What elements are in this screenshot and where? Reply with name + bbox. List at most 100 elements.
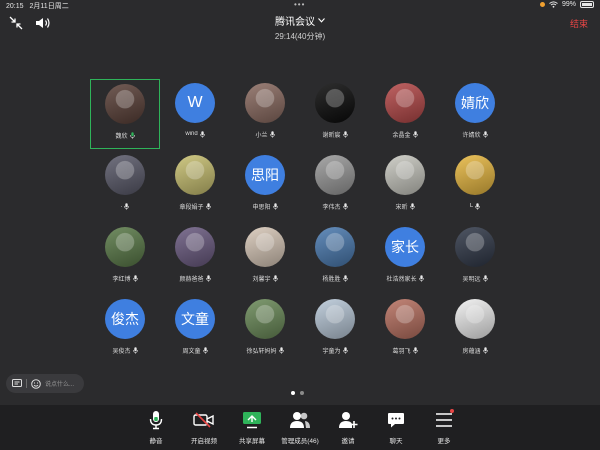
participant-mic-icon — [475, 202, 480, 210]
page-indicator[interactable] — [291, 391, 304, 395]
chat-label: 聊天 — [389, 438, 403, 445]
participant-name: 周文童 — [182, 348, 201, 355]
participant-mic-icon — [342, 202, 348, 210]
page-dot-active[interactable] — [291, 391, 295, 395]
chat-placeholder: 说点什么... — [45, 382, 75, 388]
more-button[interactable]: 更多 — [416, 408, 472, 445]
participant-name-row: 颜赫爸爸 — [179, 273, 211, 283]
participant-name-row: 徐弘轩妈妈 — [246, 345, 284, 355]
participant-tile[interactable]: 婧欣 许婧欣 — [440, 79, 510, 149]
participant-mic-icon — [199, 130, 205, 138]
status-time: 20:15 — [6, 2, 24, 10]
emoji-icon[interactable] — [31, 378, 41, 389]
participant-avatar — [315, 83, 355, 123]
mute-label: 静音 — [149, 438, 163, 445]
participant-tile[interactable]: 余晶金 — [370, 79, 440, 149]
participant-name-row: wind — [185, 129, 205, 139]
participant-tile[interactable]: 思阳 申思阳 — [230, 151, 300, 221]
participant-mic-icon — [132, 346, 138, 354]
participant-avatar — [105, 84, 145, 124]
participant-tile[interactable]: 章段娟子 — [160, 151, 230, 221]
participant-avatar: W — [175, 83, 215, 123]
participant-tile[interactable]: 小兰 — [230, 79, 300, 149]
participant-tile[interactable]: 宋昕 — [370, 151, 440, 221]
participant-mic-icon — [129, 131, 135, 139]
meeting-header: 腾讯会议 29:14(40分钟) 结束 — [0, 12, 600, 41]
participant-tile[interactable]: 魏欣 — [90, 79, 160, 149]
participant-avatar — [385, 299, 425, 339]
participant-name-row: 小兰 — [255, 129, 275, 139]
participant-name: 徐弘轩妈妈 — [246, 348, 277, 355]
participant-tile[interactable]: 李红博 — [90, 223, 160, 293]
participant-name-row: . — [121, 201, 130, 211]
participant-mic-icon — [482, 274, 488, 282]
chat-icon — [388, 413, 404, 428]
participant-tile[interactable]: 房蕴涵 — [440, 295, 510, 365]
notification-dot — [450, 409, 454, 413]
participant-avatar — [455, 299, 495, 339]
avatar-initials: 文童 — [181, 311, 209, 327]
participant-name-row: 申思阳 — [252, 201, 278, 211]
battery-percent: 99% — [561, 1, 576, 8]
participant-name: 杨胜胜 — [322, 276, 341, 283]
participant-avatar — [245, 227, 285, 267]
participant-name-row: 许婧欣 — [462, 129, 488, 139]
participant-mic-icon — [482, 346, 488, 354]
participant-avatar — [385, 155, 425, 195]
avatar-initials: 婧欣 — [461, 95, 489, 111]
end-meeting-button[interactable]: 结束 — [570, 17, 588, 30]
multitask-dots-icon[interactable]: ••• — [294, 1, 305, 9]
meeting-title[interactable]: 腾讯会议 — [275, 13, 325, 28]
participant-name-row: 谢昕宸 — [322, 129, 348, 139]
wifi-icon — [549, 1, 558, 8]
participant-name-row: 杨胜胜 — [322, 273, 348, 283]
participant-mic-icon — [205, 202, 211, 210]
start-video-label: 开启视频 — [191, 438, 217, 445]
participant-tile[interactable]: 俊杰 吴俊杰 — [90, 295, 160, 365]
participant-mic-icon — [342, 346, 348, 354]
more-icon — [436, 413, 452, 427]
participant-mic-icon — [342, 274, 348, 282]
participant-tile[interactable]: Wwind — [160, 79, 230, 149]
participant-avatar — [105, 155, 145, 195]
participant-name-row: 李红博 — [112, 273, 138, 283]
participant-name-row: 房蕴涵 — [462, 345, 488, 355]
microphone-icon — [149, 411, 163, 430]
participant-mic-icon — [278, 346, 284, 354]
participant-tile[interactable]: 吴明远 — [440, 223, 510, 293]
participant-tile[interactable]: 家长 杜浩然家长 — [370, 223, 440, 293]
participant-name: L — [469, 203, 474, 209]
participant-tile[interactable]: 杨胜胜 — [300, 223, 370, 293]
participant-avatar — [315, 227, 355, 267]
participant-tile[interactable]: . — [90, 151, 160, 221]
participant-tile[interactable]: 颜赫爸爸 — [160, 223, 230, 293]
participant-tile[interactable]: 刘馨宇 — [230, 223, 300, 293]
participant-mic-icon — [342, 130, 348, 138]
avatar-initials: 家长 — [391, 239, 419, 255]
participant-tile[interactable]: 葛羽飞 — [370, 295, 440, 365]
participant-name-row: 葛羽飞 — [392, 345, 418, 355]
participant-tile[interactable]: L — [440, 151, 510, 221]
chat-list-icon[interactable] — [12, 379, 22, 388]
participant-avatar — [315, 299, 355, 339]
participant-name-row: 刘馨宇 — [252, 273, 278, 283]
participant-name-row: L — [470, 201, 480, 211]
participant-avatar — [385, 83, 425, 123]
chat-input[interactable]: 说点什么... — [6, 374, 84, 393]
battery-icon — [580, 1, 594, 8]
participant-avatar: 俊杰 — [105, 299, 145, 339]
participant-name-row: 周文童 — [182, 345, 208, 355]
participant-tile[interactable]: 李伟杰 — [300, 151, 370, 221]
participant-tile[interactable]: 宇童为 — [300, 295, 370, 365]
chevron-down-icon — [318, 18, 325, 23]
more-label: 更多 — [437, 438, 451, 445]
participant-tile[interactable]: 文童 周文童 — [160, 295, 230, 365]
participant-tile[interactable]: 谢昕宸 — [300, 79, 370, 149]
participant-name: wind — [185, 131, 198, 137]
participant-name: 吴明远 — [462, 276, 481, 283]
participant-name: 申思阳 — [252, 204, 271, 211]
page-dot[interactable] — [300, 391, 304, 395]
participant-tile[interactable]: 徐弘轩妈妈 — [230, 295, 300, 365]
participant-avatar — [105, 227, 145, 267]
participant-avatar: 家长 — [385, 227, 425, 267]
